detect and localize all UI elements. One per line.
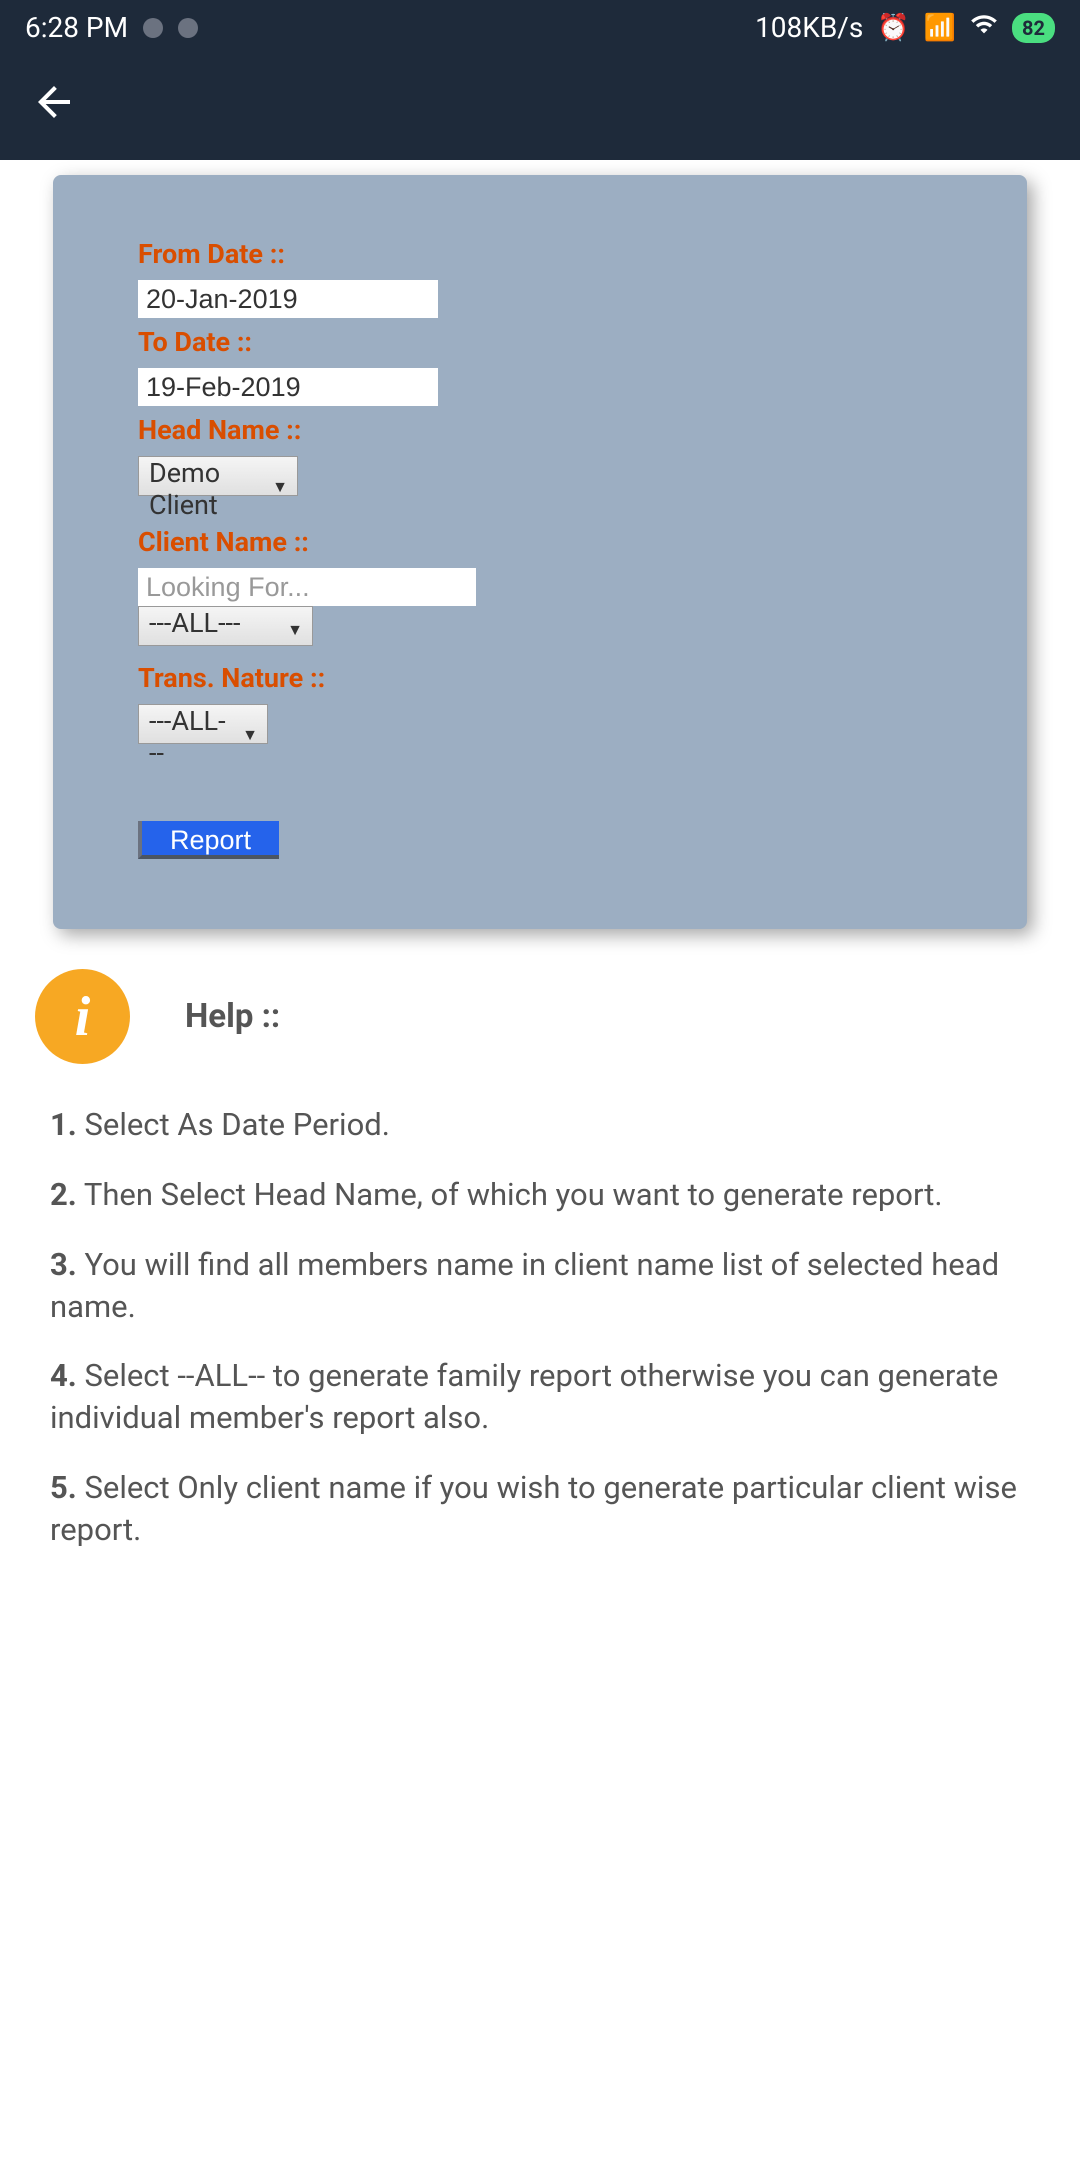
status-right: 108KB/s ⏰ 📶 82 [755, 10, 1055, 45]
signal-icon: 📶 [924, 13, 956, 43]
client-select-value: ---ALL--- [149, 607, 240, 639]
back-button[interactable] [30, 78, 78, 138]
battery-badge: 82 [1012, 13, 1055, 43]
trans-nature-label: Trans. Nature :: [138, 662, 942, 694]
help-text: Select --ALL-- to generate family report… [50, 1357, 998, 1436]
content: From Date :: To Date :: Head Name :: Dem… [0, 175, 1080, 1551]
help-text: You will find all members name in client… [50, 1246, 999, 1325]
client-name-select[interactable]: ---ALL--- [138, 606, 313, 646]
help-item: 1. Select As Date Period. [35, 1104, 1045, 1146]
help-item: 4. Select --ALL-- to generate family rep… [35, 1355, 1045, 1439]
status-bar: 6:28 PM 108KB/s ⏰ 📶 82 [0, 0, 1080, 55]
info-icon: i [35, 969, 130, 1064]
client-name-input[interactable] [138, 568, 476, 606]
from-date-label: From Date :: [138, 238, 942, 270]
head-name-value: Demo Client [149, 457, 220, 521]
to-date-label: To Date :: [138, 326, 942, 358]
help-num: 3. [50, 1246, 77, 1283]
help-title: Help :: [185, 997, 280, 1036]
head-name-label: Head Name :: [138, 414, 942, 446]
status-time: 6:28 PM [25, 11, 128, 44]
help-text: Select As Date Period. [77, 1106, 390, 1143]
trans-nature-select[interactable]: ---ALL--- [138, 704, 268, 744]
wifi-icon [970, 10, 998, 45]
form-card: From Date :: To Date :: Head Name :: Dem… [53, 175, 1027, 929]
head-name-select[interactable]: Demo Client [138, 456, 298, 496]
help-num: 2. [50, 1176, 77, 1213]
to-date-input[interactable] [138, 368, 438, 406]
report-button[interactable]: Report [138, 821, 279, 859]
help-text: Select Only client name if you wish to g… [50, 1469, 1017, 1548]
help-item: 5. Select Only client name if you wish t… [35, 1467, 1045, 1551]
network-speed: 108KB/s [755, 11, 863, 44]
status-dot-icon [143, 18, 163, 38]
info-icon-text: i [75, 985, 91, 1049]
client-name-label: Client Name :: [138, 526, 942, 558]
help-num: 5. [50, 1469, 77, 1506]
status-left: 6:28 PM [25, 11, 198, 44]
help-text: Then Select Head Name, of which you want… [77, 1176, 943, 1213]
help-list: 1. Select As Date Period. 2. Then Select… [0, 1104, 1080, 1551]
help-num: 1. [50, 1106, 77, 1143]
help-item: 3. You will find all members name in cli… [35, 1244, 1045, 1328]
alarm-icon: ⏰ [877, 13, 909, 43]
help-num: 4. [50, 1357, 77, 1394]
status-dot-icon [178, 18, 198, 38]
help-item: 2. Then Select Head Name, of which you w… [35, 1174, 1045, 1216]
trans-nature-value: ---ALL--- [149, 705, 226, 769]
help-section: i Help :: [0, 929, 1080, 1104]
from-date-input[interactable] [138, 280, 438, 318]
app-bar [0, 55, 1080, 160]
